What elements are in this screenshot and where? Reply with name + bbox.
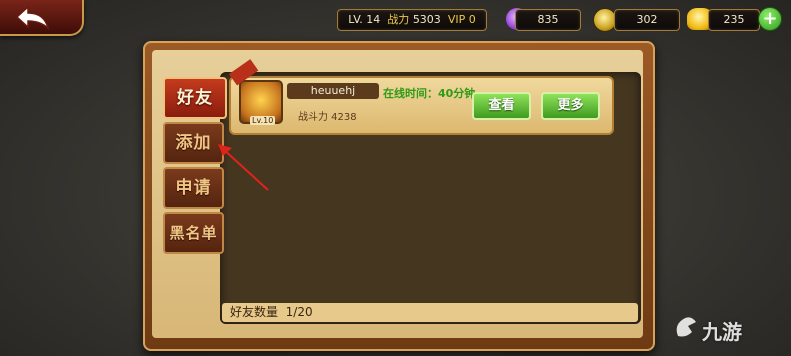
crystal-value: 835 [537,13,559,26]
annotation-arrow-icon [218,144,269,191]
friend-level: Lv.10 [250,116,276,125]
coin-counter: 302 [614,9,680,31]
tab-requests-label: 申请 [175,178,212,198]
back-button[interactable] [0,0,84,36]
player-info-bar: LV. 14 战力 5303 VIP 0 [337,9,487,31]
tab-add-label: 添加 [175,133,212,153]
friend-power: 战斗力 4238 [298,112,357,123]
back-arrow-icon [15,5,50,30]
friend-count-label: 好友数量 [230,305,279,319]
friend-count-bar: 好友数量 1/20 [222,303,638,322]
gold-value: 235 [723,13,745,26]
tab-blacklist[interactable]: 黑名单 [163,212,224,254]
plus-icon: + [762,8,778,29]
power-value: 5303 [412,13,441,26]
tab-friends-label: 好友 [177,88,213,108]
view-button[interactable]: 查看 [472,92,531,120]
watermark-logo-icon [676,317,696,337]
online-time: 在线时间：40分钟 [383,87,476,100]
watermark-text: 九游 [702,320,742,344]
friend-name: heuuehj [287,83,379,99]
tab-friends[interactable]: 好友 [163,77,227,119]
level-label: LV. 14 [348,13,381,26]
vip-label: VIP 0 [447,13,476,26]
tab-blacklist-label: 黑名单 [169,224,218,242]
coin-value: 302 [636,13,658,26]
more-button-label: 更多 [557,98,584,113]
recharge-plus-button[interactable]: + [758,7,782,31]
view-button-label: 查看 [488,98,515,113]
more-button[interactable]: 更多 [541,92,600,120]
friend-count-value: 1/20 [285,305,313,319]
gold-counter: 235 [708,9,760,31]
crystal-counter: 835 [515,9,581,31]
power-label: 战力 [387,13,410,26]
